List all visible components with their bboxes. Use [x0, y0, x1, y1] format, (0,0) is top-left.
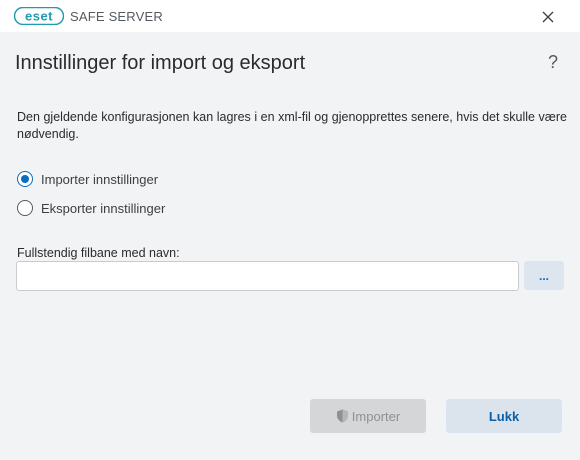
- description-text: Den gjeldende konfigurasjonen kan lagres…: [17, 110, 567, 141]
- radio-unchecked-icon: [17, 200, 33, 216]
- import-settings-radio[interactable]: Importer innstillinger: [17, 169, 158, 189]
- radio-checked-icon: [17, 171, 33, 187]
- help-icon[interactable]: ?: [545, 52, 561, 74]
- import-button[interactable]: Importer: [310, 399, 426, 433]
- import-button-label: Importer: [351, 408, 401, 424]
- product-name: SAFE SERVER: [70, 9, 163, 24]
- svg-text:eset: eset: [25, 9, 53, 24]
- shield-icon: [336, 409, 348, 423]
- export-settings-radio[interactable]: Eksporter innstillinger: [17, 198, 165, 218]
- close-button[interactable]: [536, 6, 560, 28]
- close-icon: [542, 11, 554, 23]
- browse-button[interactable]: ...: [524, 261, 564, 290]
- file-path-input[interactable]: [16, 261, 519, 291]
- close-dialog-button[interactable]: Lukk: [446, 399, 562, 433]
- file-path-label: Fullstendig filbane med navn:: [17, 246, 180, 260]
- import-settings-label: Importer innstillinger: [41, 171, 159, 187]
- export-settings-label: Eksporter innstillinger: [41, 200, 166, 216]
- eset-logo: eset: [14, 7, 64, 25]
- title-bar: eset SAFE SERVER: [0, 0, 580, 32]
- dialog-title: Innstillinger for import og eksport: [15, 52, 306, 74]
